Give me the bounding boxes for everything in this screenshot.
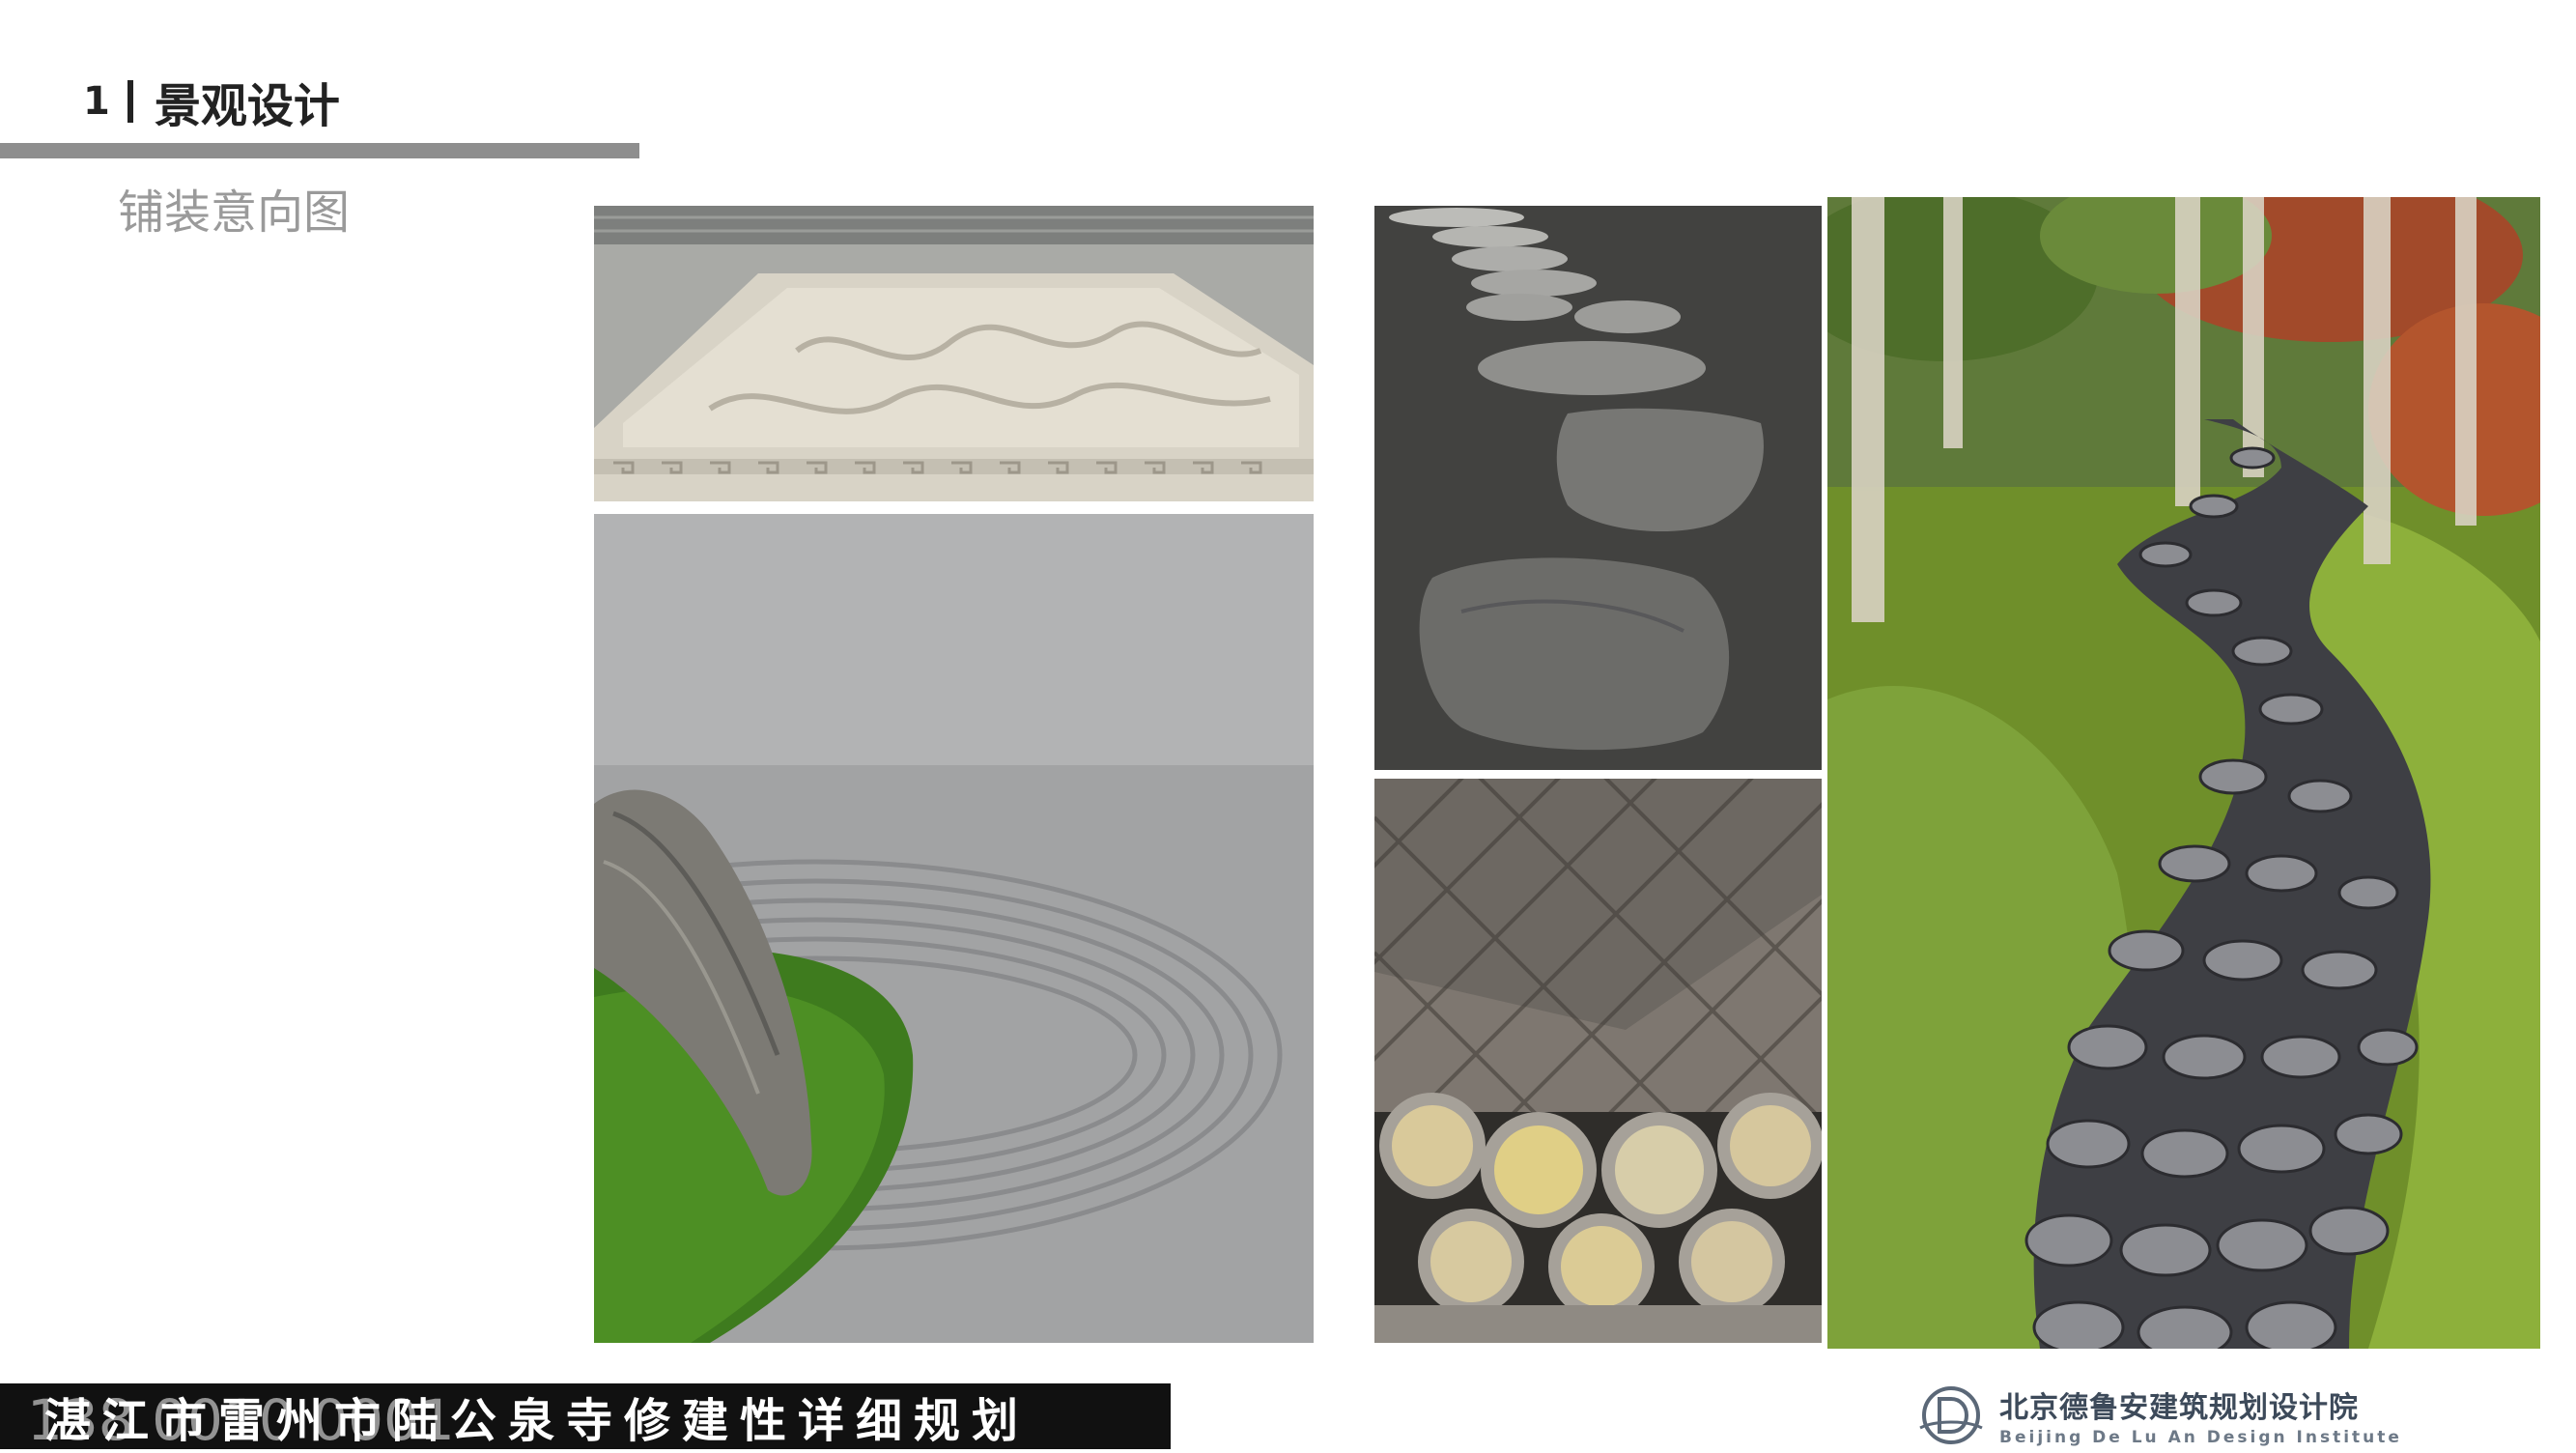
page-subtitle: 铺装意向图	[118, 185, 351, 240]
herringbone-brick-paving-photo	[1374, 779, 1822, 1343]
section-divider	[127, 80, 133, 123]
zen-gravel-garden-photo	[594, 514, 1314, 1343]
section-heading: 1 景观设计	[83, 68, 340, 135]
carved-stone-paving-photo	[594, 206, 1314, 501]
section-title: 景观设计	[154, 79, 340, 133]
stepping-stones-photo	[1374, 206, 1822, 770]
cobblestone-path-photo	[1827, 197, 2540, 1349]
header-rule	[0, 143, 639, 158]
organization-name-en: Beijing De Lu An Design Institute	[1999, 1428, 2402, 1447]
phone-watermark: 138 0010 0001	[27, 1387, 455, 1453]
organization-logo: 北京德鲁安建筑规划设计院 Beijing De Lu An Design Ins…	[1916, 1382, 2402, 1449]
organization-name-cn: 北京德鲁安建筑规划设计院	[1999, 1391, 2359, 1425]
organization-logo-icon	[1919, 1386, 1983, 1444]
section-number: 1	[83, 79, 110, 124]
